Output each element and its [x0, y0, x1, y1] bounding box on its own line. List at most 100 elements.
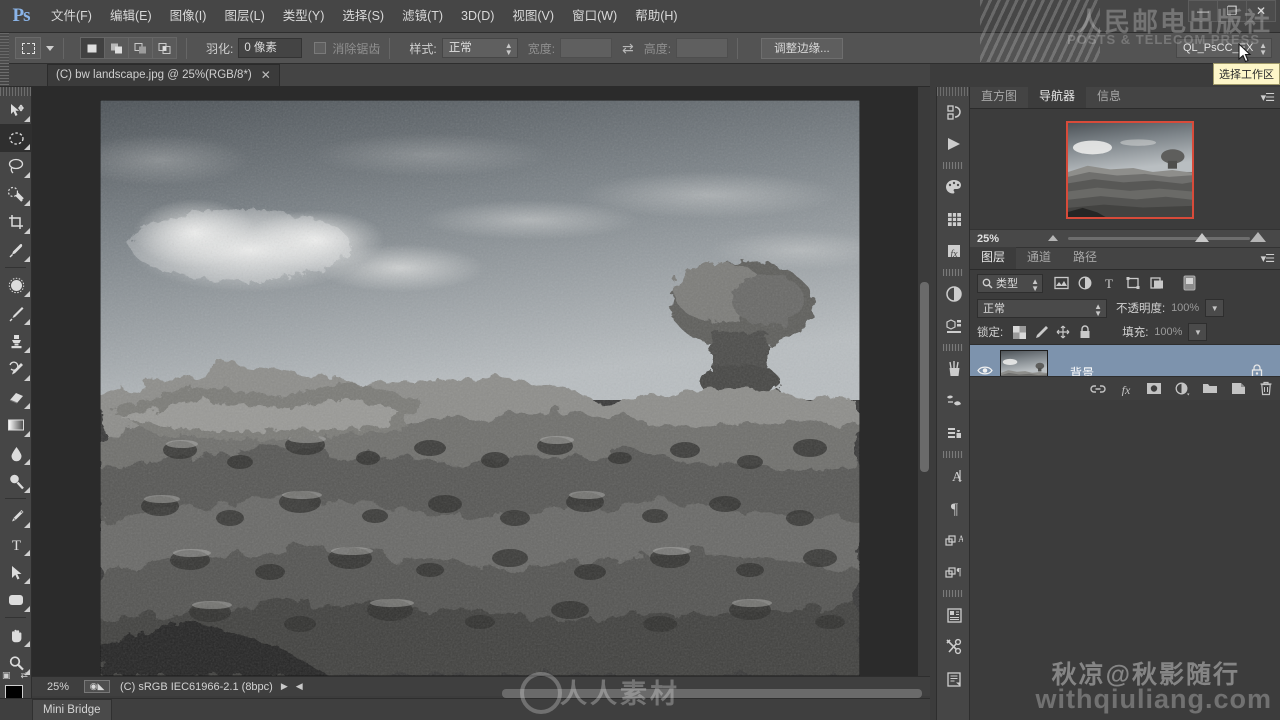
eyedropper-tool[interactable]: [0, 236, 32, 264]
height-input[interactable]: [676, 38, 729, 58]
canvas-horizontal-scrollbar[interactable]: [32, 689, 930, 698]
menu-view[interactable]: 视图(V): [503, 0, 563, 33]
paragraph-panel-icon[interactable]: ¶: [937, 492, 971, 524]
new-selection-button[interactable]: [80, 37, 105, 59]
panel-menu-icon[interactable]: ▾☰: [1261, 252, 1275, 265]
filter-type-icon[interactable]: T: [1097, 272, 1121, 294]
link-layers-icon[interactable]: [1084, 377, 1112, 401]
document-image[interactable]: [100, 100, 860, 676]
tool-presets-icon[interactable]: [937, 631, 971, 663]
document-tab[interactable]: (C) bw landscape.jpg @ 25%(RGB/8*) ✕: [47, 64, 280, 86]
zoom-slider-thumb[interactable]: [1195, 233, 1209, 242]
menu-edit[interactable]: 编辑(E): [101, 0, 161, 33]
blur-tool[interactable]: [0, 439, 32, 467]
new-adjustment-layer-icon[interactable]: [1168, 377, 1196, 401]
swap-colors-icon[interactable]: ⇄: [20, 670, 28, 681]
horizontal-type-tool[interactable]: T: [0, 530, 32, 558]
lasso-tool[interactable]: [0, 152, 32, 180]
layer-filter-select[interactable]: 类型 ▲ ▼: [977, 273, 1043, 293]
menu-select[interactable]: 选择(S): [333, 0, 393, 33]
add-layer-mask-icon[interactable]: [1140, 377, 1168, 401]
menu-help[interactable]: 帮助(H): [626, 0, 686, 33]
zoom-slider-track[interactable]: [1068, 237, 1250, 240]
gradient-tool[interactable]: [0, 411, 32, 439]
rectangular-marquee-icon[interactable]: [15, 37, 41, 59]
history-brush-tool[interactable]: [0, 355, 32, 383]
workspace-select[interactable]: QL_PsCC_EX ▲ ▼: [1176, 38, 1272, 58]
dodge-tool[interactable]: [0, 467, 32, 495]
canvas-vertical-scroll-thumb[interactable]: [920, 282, 929, 472]
navigator-thumbnail[interactable]: [1066, 121, 1194, 219]
brush-presets-icon[interactable]: [937, 385, 971, 417]
tab-histogram[interactable]: 直方图: [970, 86, 1028, 108]
mini-bridge-icon[interactable]: [937, 96, 971, 128]
maximize-button[interactable]: ❐: [1217, 0, 1247, 22]
filter-pixel-icon[interactable]: [1049, 272, 1073, 294]
filter-adjustment-icon[interactable]: [1073, 272, 1097, 294]
width-input[interactable]: [560, 38, 613, 58]
intersect-with-selection-button[interactable]: [152, 37, 177, 59]
swatches-grid-icon[interactable]: [937, 203, 971, 235]
navigator-zoom-value[interactable]: 25%: [970, 233, 1040, 245]
add-to-selection-button[interactable]: [104, 37, 129, 59]
blend-mode-select[interactable]: 正常 ▲ ▼: [977, 298, 1107, 318]
tab-layers[interactable]: 图层: [970, 247, 1017, 269]
delete-layer-icon[interactable]: [1252, 377, 1280, 401]
panel-menu-icon[interactable]: ▾☰: [1261, 91, 1275, 104]
notes-panel-icon[interactable]: [937, 599, 971, 631]
dock-grip[interactable]: [937, 87, 969, 96]
menu-filter[interactable]: 滤镜(T): [393, 0, 452, 33]
actions-panel-icon[interactable]: [937, 663, 971, 695]
tab-channels[interactable]: 通道: [1016, 247, 1062, 269]
menu-3d[interactable]: 3D(D): [452, 0, 503, 33]
swap-dimensions-icon[interactable]: ⇄: [622, 40, 634, 57]
menu-image[interactable]: 图像(I): [161, 0, 216, 33]
layer-style-fx-icon[interactable]: fx: [1112, 377, 1140, 401]
zoom-in-icon[interactable]: [1250, 232, 1266, 242]
tab-paths[interactable]: 路径: [1062, 247, 1108, 269]
tool-preset-chevron-down-icon[interactable]: [46, 45, 54, 51]
quick-selection-tool[interactable]: [0, 180, 32, 208]
new-group-icon[interactable]: [1196, 377, 1224, 401]
zoom-out-icon[interactable]: [1048, 235, 1058, 241]
new-layer-icon[interactable]: [1224, 377, 1252, 401]
character-styles-icon[interactable]: A: [937, 524, 971, 556]
clone-stamp-tool[interactable]: [0, 327, 32, 355]
feather-input[interactable]: 0 像素: [238, 38, 303, 58]
opacity-chevron-down-icon[interactable]: ▼: [1205, 299, 1225, 317]
filter-enable-toggle[interactable]: [1177, 272, 1201, 294]
menu-window[interactable]: 窗口(W): [563, 0, 626, 33]
fill-value[interactable]: 100%: [1148, 323, 1187, 341]
subtract-from-selection-button[interactable]: [128, 37, 153, 59]
canvas-horizontal-scroll-thumb[interactable]: [502, 689, 922, 698]
lock-image-icon[interactable]: [1030, 322, 1052, 342]
style-select[interactable]: 正常 ▲ ▼: [441, 38, 518, 58]
default-colors-icon[interactable]: ▣: [2, 670, 11, 681]
adjustments-icon[interactable]: [937, 278, 971, 310]
options-bar-grip[interactable]: [0, 32, 9, 64]
brush-panel-icon[interactable]: [937, 353, 971, 385]
3d-panel-icon[interactable]: [937, 310, 971, 342]
eraser-tool[interactable]: [0, 383, 32, 411]
filter-shape-icon[interactable]: [1121, 272, 1145, 294]
paragraph-styles-icon[interactable]: ¶: [937, 556, 971, 588]
menu-type[interactable]: 类型(Y): [274, 0, 334, 33]
canvas-vertical-scrollbar[interactable]: [917, 87, 930, 676]
clone-source-icon[interactable]: [937, 417, 971, 449]
antialias-checkbox[interactable]: [314, 42, 327, 54]
tools-panel-grip[interactable]: [0, 87, 31, 96]
opacity-value[interactable]: 100%: [1165, 299, 1204, 317]
pen-tool[interactable]: [0, 502, 32, 530]
move-tool[interactable]: [0, 96, 32, 124]
canvas-area[interactable]: [32, 87, 930, 676]
lock-all-icon[interactable]: [1074, 322, 1096, 342]
hand-tool[interactable]: [0, 621, 32, 649]
close-button[interactable]: ✕: [1246, 0, 1276, 22]
fill-chevron-down-icon[interactable]: ▼: [1188, 323, 1208, 341]
tab-navigator[interactable]: 导航器: [1028, 86, 1087, 108]
rectangular-marquee-tool[interactable]: [0, 124, 32, 152]
color-palette-icon[interactable]: [937, 171, 971, 203]
brush-tool[interactable]: [0, 299, 32, 327]
filter-smart-icon[interactable]: [1145, 272, 1169, 294]
lock-position-icon[interactable]: [1052, 322, 1074, 342]
